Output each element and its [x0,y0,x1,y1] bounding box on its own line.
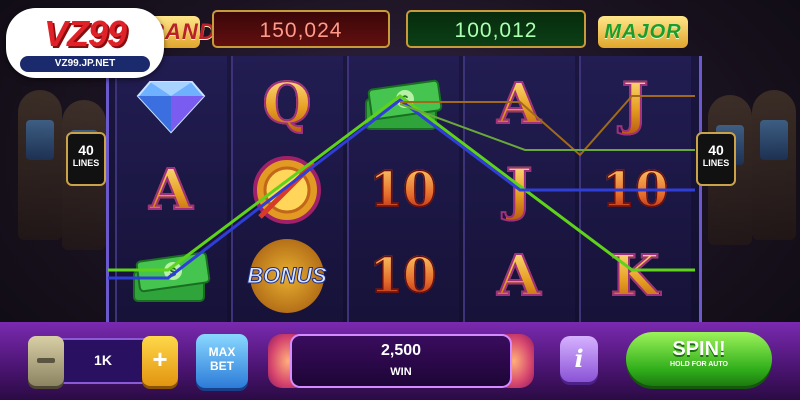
background-slot-machine [18,90,62,240]
svg-text:$: $ [402,93,409,107]
max-bet-label-line2: BET [210,359,234,373]
symbol-ten: 10 [369,247,437,305]
symbol-cell [233,146,341,234]
spin-button[interactable]: SPIN! HOLD FOR AUTO [626,332,772,386]
diamond-icon [136,81,206,134]
background-slot-machine [752,90,796,240]
bet-increase-button[interactable]: + [142,336,178,386]
reel-column: Q BONUS [231,56,343,322]
major-jackpot-label: MAJOR [598,16,688,48]
symbol-letter: J [505,156,533,224]
symbol-cell: A [117,146,225,234]
symbol-cell: BONUS [233,232,341,320]
bet-decrease-button[interactable] [28,336,64,386]
symbol-cell: Q [233,60,341,148]
lines-label: LINES [72,158,100,168]
symbol-cell: 10 [349,146,457,234]
reel-column: A $ [115,56,227,322]
win-label: WIN [390,366,412,378]
max-bet-button[interactable]: MAX BET [196,334,248,388]
symbol-letter: J [621,70,649,138]
symbol-letter: Q [262,70,313,138]
wild-coin-icon [253,156,321,224]
symbol-ten: 10 [601,161,669,219]
lines-count: 40 [708,142,724,158]
grand-jackpot-value: 150,024 [212,10,390,48]
cash-stack-icon: $ [133,251,211,302]
symbol-cell: 10 [581,146,689,234]
symbol-cell: $ [117,232,225,320]
bet-value: 1K [94,352,112,368]
symbol-cell: K [581,232,689,320]
symbol-letter: A [496,242,541,310]
info-button[interactable]: i [560,336,598,382]
lines-badge-left: 40 LINES [66,132,106,186]
major-jackpot-value: 100,012 [406,10,586,48]
lines-count: 40 [78,142,94,158]
reel-frame: A $ Q BONUS $ 10 10 A J A J 10 K [106,56,702,322]
spin-label: SPIN! [672,338,726,360]
win-amount: 2,500 [380,342,422,359]
reel-column: $ 10 10 [347,56,459,322]
bonus-symbol: BONUS [247,239,327,313]
reel-column: J 10 K [579,56,691,322]
symbol-cell: A [465,232,573,320]
site-logo: VZ99 VZ99.JP.NET [6,8,164,78]
spin-subtitle: HOLD FOR AUTO [670,361,728,368]
logo-mark: VZ99 [43,13,127,54]
symbol-cell: J [465,146,573,234]
symbol-letter: A [148,156,193,224]
symbol-cell: 10 [349,232,457,320]
lines-badge-right: 40 LINES [696,132,736,186]
lines-label: LINES [702,158,730,168]
jackpot-bar: GRAND 150,024 100,012 MAJOR [130,6,690,50]
max-bet-label-line1: MAX [208,345,236,359]
symbol-cell: A [465,60,573,148]
reel-column: A J A [463,56,575,322]
symbol-cell: J [581,60,689,148]
svg-text:$: $ [170,265,177,279]
symbol-letter: A [496,70,541,138]
symbol-ten: 10 [369,161,437,219]
logo-url: VZ99.JP.NET [20,56,150,72]
cash-stack-icon: $ [365,79,443,130]
symbol-letter: K [610,242,661,310]
symbol-cell: $ [349,60,457,148]
minus-icon [37,358,55,363]
